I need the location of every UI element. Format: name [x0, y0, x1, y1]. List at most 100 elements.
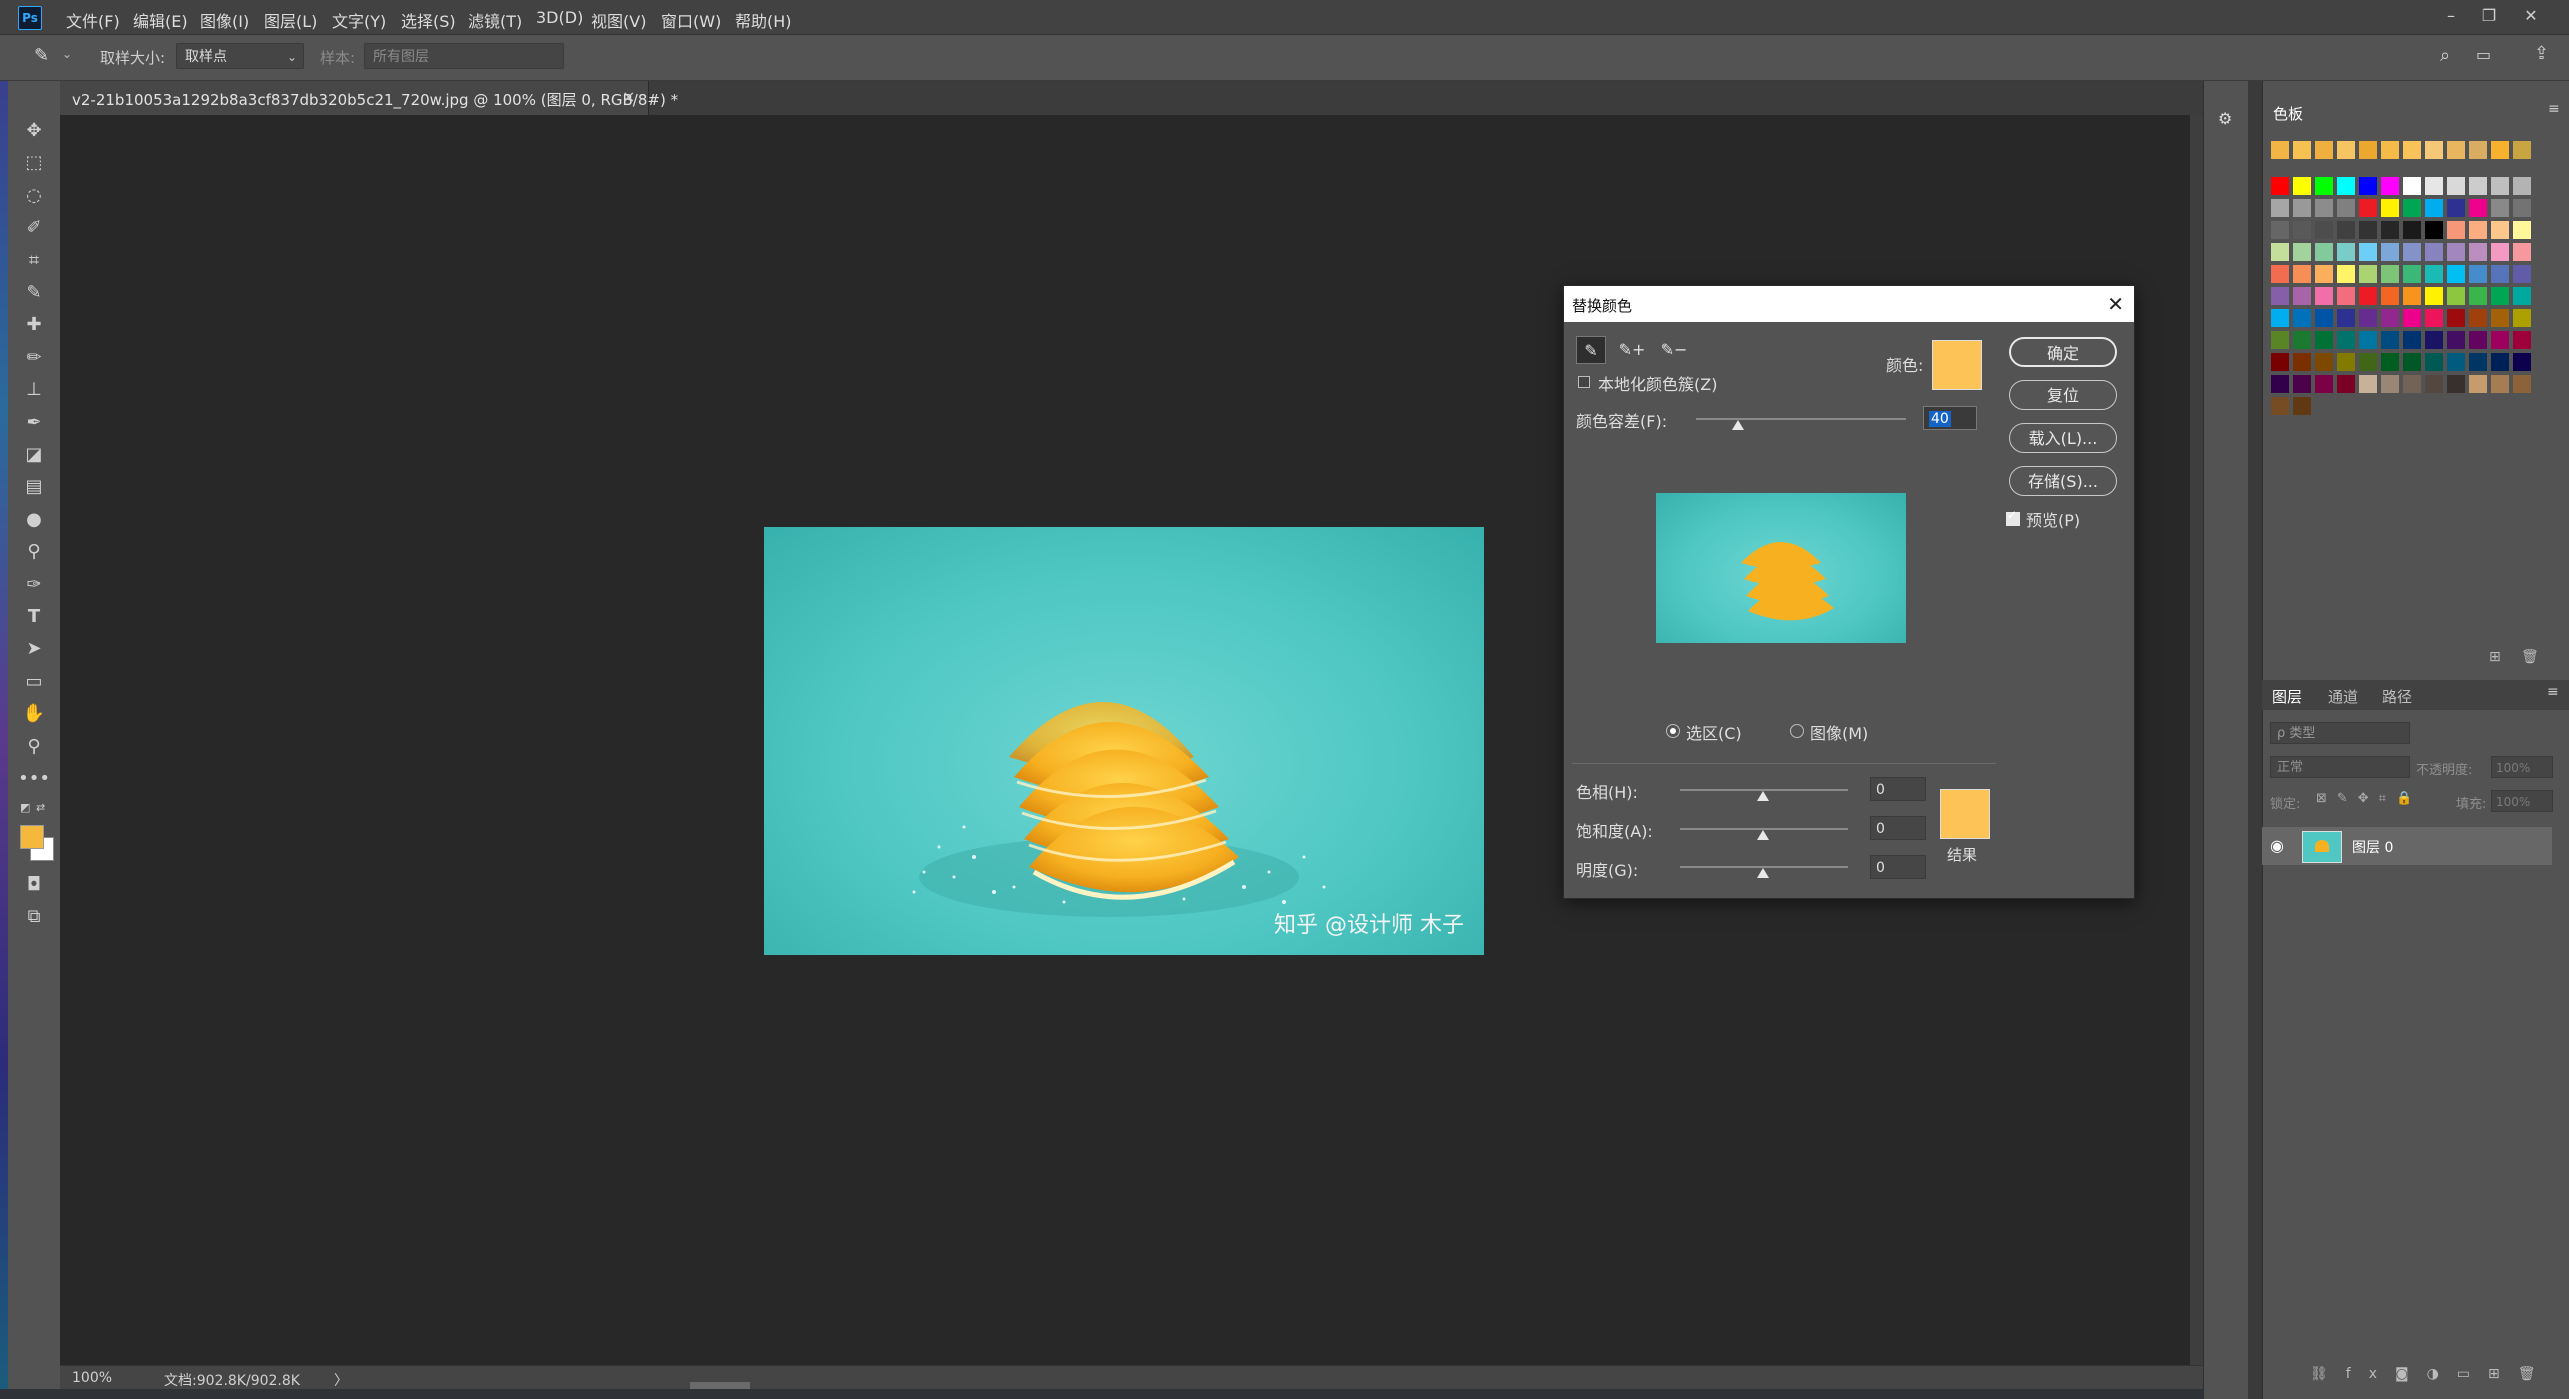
color-swatch[interactable] [2315, 177, 2333, 195]
color-swatch[interactable] [2293, 265, 2311, 283]
color-swatch[interactable] [2403, 287, 2421, 305]
color-swatch[interactable] [2447, 309, 2465, 327]
menu-layer[interactable]: 图层(L) [264, 8, 317, 32]
color-swatch[interactable] [2315, 287, 2333, 305]
color-swatch[interactable] [2425, 309, 2443, 327]
lightness-slider-thumb[interactable] [1757, 868, 1769, 878]
document-tab[interactable]: v2-21b10053a1292b8a3cf837db320b5c21_720w… [60, 81, 678, 115]
color-swatch[interactable] [2337, 177, 2355, 195]
subtract-from-sample-icon[interactable]: ✎− [1660, 336, 1688, 362]
color-swatch[interactable] [2513, 309, 2531, 327]
color-swatch[interactable] [2381, 199, 2399, 217]
opacity-field[interactable]: 100% [2491, 756, 2553, 778]
quick-mask-icon[interactable]: ◘ [21, 871, 47, 897]
color-swatch[interactable] [2447, 375, 2465, 393]
color-swatch[interactable] [2513, 265, 2531, 283]
close-icon[interactable]: ✕ [2107, 292, 2124, 316]
eye-icon[interactable]: ◉ [2270, 836, 2284, 855]
vertical-scrollbar[interactable] [2190, 115, 2203, 1365]
layer-row[interactable]: ◉ 图层 0 [2262, 827, 2552, 865]
color-swatch[interactable] [2271, 177, 2289, 195]
color-swatch[interactable] [2359, 221, 2377, 239]
hue-field[interactable]: 0 [1870, 777, 1926, 801]
color-swatch[interactable] [2359, 375, 2377, 393]
picked-color-swatch[interactable] [1932, 340, 1982, 390]
color-swatch[interactable] [2425, 243, 2443, 261]
color-swatch[interactable] [2315, 243, 2333, 261]
type-tool-icon[interactable]: T [21, 603, 47, 629]
color-swatch[interactable] [2491, 243, 2509, 261]
quick-select-tool-icon[interactable]: ✐ [21, 214, 47, 240]
color-swatch[interactable] [2293, 287, 2311, 305]
layer-actions-icons[interactable]: ⛓fx◙◑▭⊞🗑 [2310, 1366, 2554, 1382]
color-swatch[interactable] [2513, 353, 2531, 371]
color-swatch[interactable] [2469, 331, 2487, 349]
color-swatch[interactable] [2381, 375, 2399, 393]
color-swatch[interactable] [2359, 353, 2377, 371]
color-swatch[interactable] [2337, 287, 2355, 305]
selection-preview[interactable] [1656, 493, 1906, 643]
load-button[interactable]: 载入(L)... [2009, 423, 2117, 453]
save-button[interactable]: 存储(S)... [2009, 466, 2117, 496]
color-swatch[interactable] [2315, 199, 2333, 217]
zoom-level[interactable]: 100% [72, 1370, 112, 1386]
sample-select[interactable]: 所有图层 [364, 43, 564, 69]
tab-paths[interactable]: 路径 [2382, 686, 2412, 707]
recent-swatch[interactable] [2513, 141, 2531, 159]
color-swatch[interactable] [2315, 221, 2333, 239]
color-swatch[interactable] [2271, 375, 2289, 393]
color-swatch[interactable] [2293, 375, 2311, 393]
color-swatch[interactable] [2491, 375, 2509, 393]
color-swatch[interactable] [2293, 177, 2311, 195]
eraser-tool-icon[interactable]: ◪ [21, 441, 47, 467]
color-swatch[interactable] [2513, 221, 2531, 239]
color-swatch[interactable] [2359, 177, 2377, 195]
color-swatch[interactable] [2381, 243, 2399, 261]
color-swatch[interactable] [2271, 309, 2289, 327]
color-swatch[interactable] [2403, 331, 2421, 349]
share-icon[interactable]: ⇪ [2534, 43, 2549, 64]
path-select-tool-icon[interactable]: ➤ [21, 635, 47, 661]
color-swatch[interactable] [2403, 265, 2421, 283]
color-swatch[interactable] [2293, 243, 2311, 261]
color-swatch[interactable] [2425, 287, 2443, 305]
recent-swatch[interactable] [2315, 141, 2333, 159]
recent-swatch[interactable] [2425, 141, 2443, 159]
dodge-tool-icon[interactable]: ⚲ [21, 538, 47, 564]
recent-swatch[interactable] [2469, 141, 2487, 159]
color-swatch[interactable] [2491, 265, 2509, 283]
color-swatch[interactable] [2293, 221, 2311, 239]
menu-image[interactable]: 图像(I) [200, 8, 249, 32]
color-swatch[interactable] [2271, 199, 2289, 217]
color-swatch[interactable] [2491, 177, 2509, 195]
menu-window[interactable]: 窗口(W) [661, 8, 721, 32]
color-swatch[interactable] [2469, 243, 2487, 261]
layer-name[interactable]: 图层 0 [2352, 837, 2393, 857]
recent-swatch[interactable] [2403, 141, 2421, 159]
color-swatch[interactable] [2403, 177, 2421, 195]
color-swatch[interactable] [2513, 243, 2531, 261]
lightness-field[interactable]: 0 [1870, 855, 1926, 879]
menu-file[interactable]: 文件(F) [66, 8, 120, 32]
healing-brush-tool-icon[interactable]: ✚ [21, 311, 47, 337]
menu-select[interactable]: 选择(S) [401, 8, 456, 32]
fill-field[interactable]: 100% [2491, 790, 2553, 812]
fuzziness-field[interactable]: 40 [1923, 406, 1977, 430]
crop-tool-icon[interactable]: ⌗ [21, 247, 47, 273]
color-swatch[interactable] [2469, 199, 2487, 217]
color-swatch[interactable] [2447, 221, 2465, 239]
color-swatch[interactable] [2403, 309, 2421, 327]
default-colors-icon[interactable]: ◩ [20, 801, 32, 814]
color-swatch[interactable] [2491, 199, 2509, 217]
color-swatch[interactable] [2447, 265, 2465, 283]
marquee-tool-icon[interactable]: ⬚ [21, 149, 47, 175]
color-swatch[interactable] [2469, 265, 2487, 283]
saturation-slider-thumb[interactable] [1757, 830, 1769, 840]
dialog-titlebar[interactable]: 替换颜色 ✕ [1564, 286, 2134, 322]
color-swatch[interactable] [2425, 177, 2443, 195]
color-swatch[interactable] [2337, 309, 2355, 327]
menu-3d[interactable]: 3D(D) [536, 8, 583, 27]
color-swatch[interactable] [2513, 287, 2531, 305]
zoom-tool-icon[interactable]: ⚲ [21, 733, 47, 759]
layer-filter-input[interactable]: ρ 类型 [2270, 722, 2410, 744]
